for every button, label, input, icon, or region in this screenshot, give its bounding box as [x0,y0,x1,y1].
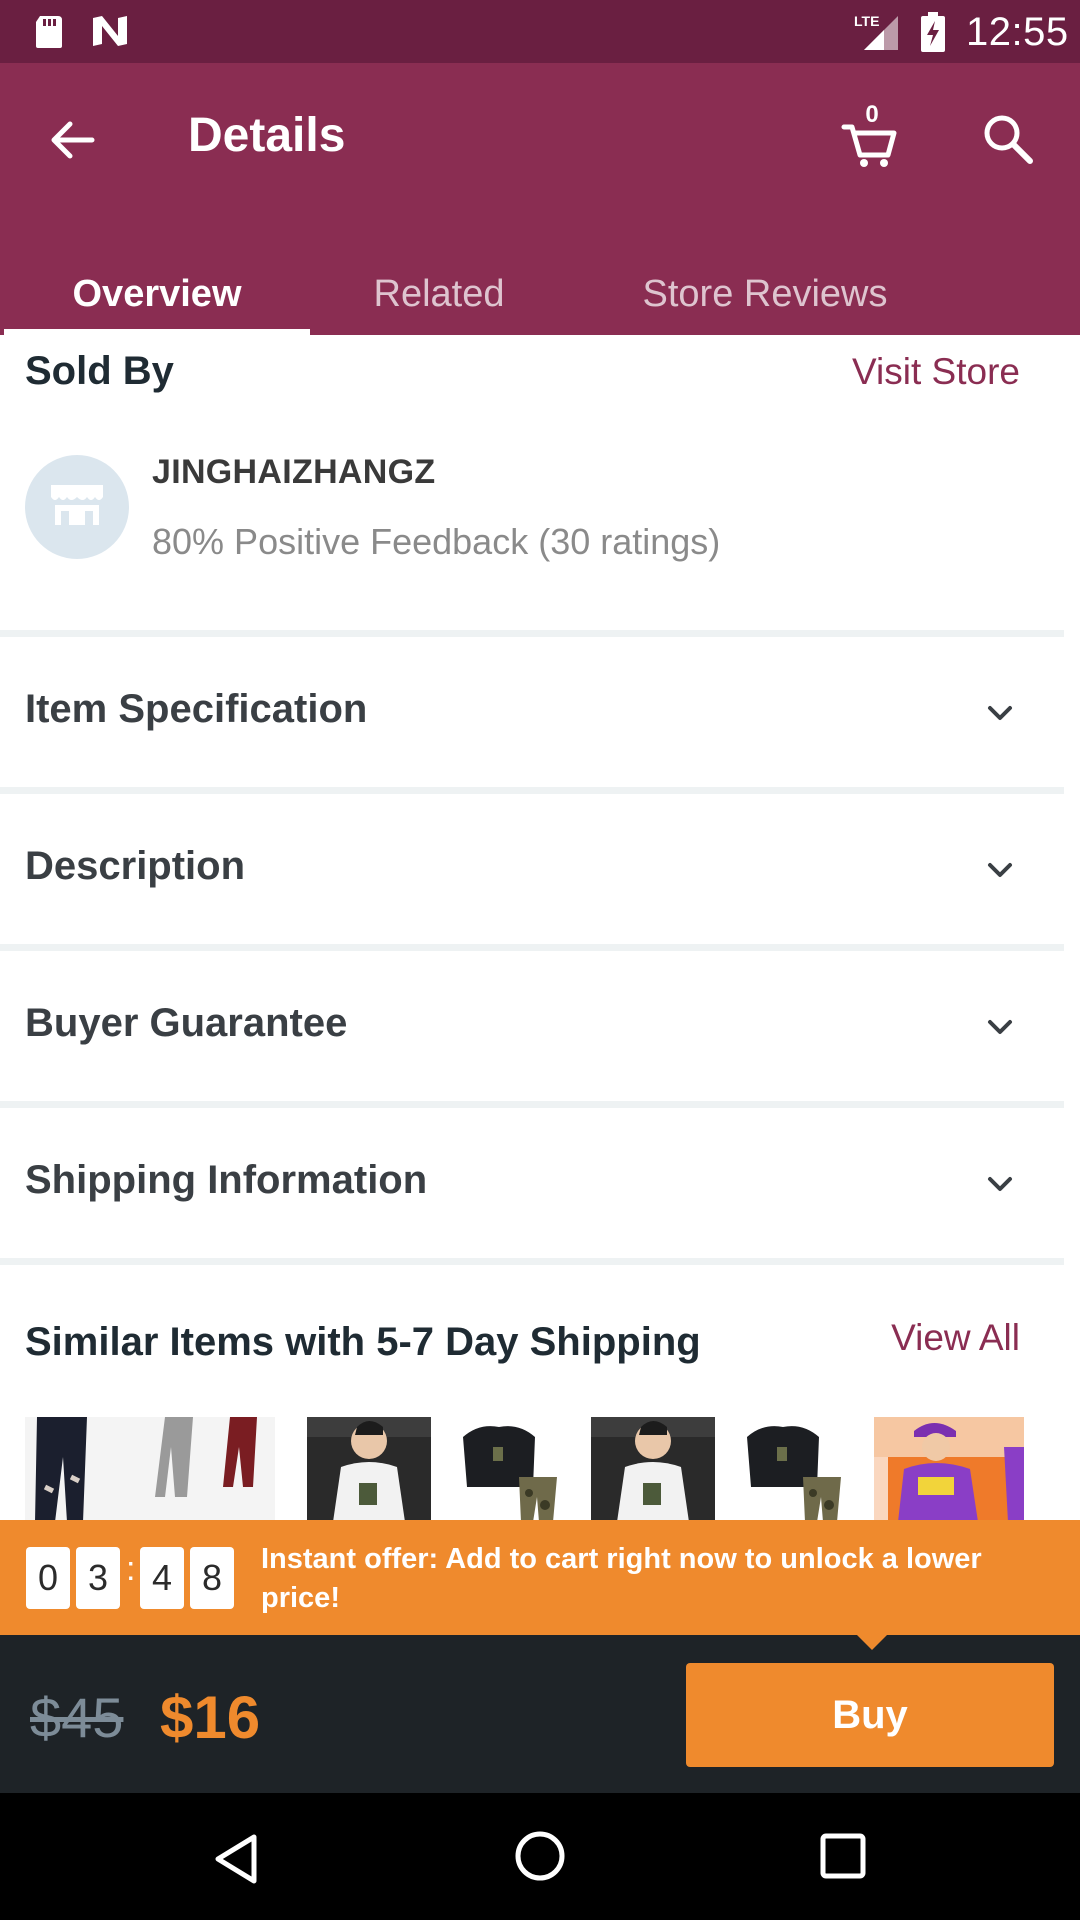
visit-store-link[interactable]: Visit Store [852,351,1020,393]
store-feedback: 80% Positive Feedback (30 ratings) [152,521,721,562]
chevron-down-icon [988,1020,1012,1034]
product-thumbnail[interactable] [591,1417,715,1522]
purchase-bar: $45 $16 Buy [0,1635,1080,1793]
description-section[interactable]: Description [0,794,1064,944]
page-title: Details [188,109,346,162]
buyer-guarantee-section[interactable]: Buyer Guarantee [0,951,1064,1101]
sd-card-icon [36,16,62,48]
countdown-digit: 3 [76,1547,120,1609]
offer-text: Instant offer: Add to cart right now to … [261,1543,982,1614]
back-arrow-icon[interactable] [44,111,102,169]
section-divider [0,1101,1064,1108]
product-thumbnail[interactable] [874,1417,1024,1522]
section-divider [0,787,1064,794]
nav-home-icon[interactable] [514,1830,566,1882]
status-bar: LTE 12:55 [0,0,1080,63]
product-thumbnail[interactable] [25,1417,275,1522]
store-name[interactable]: JINGHAIZHANGZ [152,453,435,492]
tab-bar: Overview Related Store Reviews [0,253,1080,335]
cart-count-badge: 0 [865,101,879,128]
svg-text:LTE: LTE [854,13,879,29]
storefront-icon [51,485,103,525]
sale-price: $16 [160,1684,261,1751]
description-label: Description [25,844,246,888]
section-divider [0,630,1064,637]
signal-lte-icon: LTE [854,13,898,50]
search-icon[interactable] [980,111,1034,165]
countdown-separator: : [126,1550,136,1588]
chevron-down-icon [988,1177,1012,1191]
store-avatar[interactable] [25,455,129,559]
sold-by-heading: Sold By [25,349,174,393]
tab-store-reviews[interactable]: Store Reviews [590,253,940,335]
nav-recents-icon[interactable] [820,1833,866,1879]
tab-related[interactable]: Related [310,253,568,335]
chevron-down-icon [988,863,1012,877]
similar-items-carousel[interactable] [25,1417,1025,1522]
section-divider [0,944,1064,951]
countdown-digit: 8 [190,1547,234,1609]
product-thumbnail[interactable] [449,1417,573,1522]
buyer-guarantee-label: Buyer Guarantee [25,1001,348,1045]
battery-charging-icon [921,12,945,52]
item-specification-section[interactable]: Item Specification [0,637,1064,787]
buy-button[interactable]: Buy [686,1663,1054,1767]
similar-items-heading: Similar Items with 5-7 Day Shipping [25,1320,701,1364]
countdown-digit: 4 [140,1547,184,1609]
tab-overview[interactable]: Overview [4,253,310,335]
offer-pointer-arrow [856,1634,888,1650]
system-navigation-bar [0,1793,1080,1920]
shipping-information-section[interactable]: Shipping Information [0,1108,1064,1258]
original-price: $45 [30,1686,124,1749]
notification-n-icon [93,16,127,46]
status-time: 12:55 [966,10,1069,54]
nav-back-icon[interactable] [212,1833,260,1885]
chevron-down-icon [988,706,1012,720]
item-specification-label: Item Specification [25,687,368,731]
product-thumbnail[interactable] [307,1417,431,1522]
section-divider [0,1258,1064,1265]
countdown-digit: 0 [26,1547,70,1609]
instant-offer-banner[interactable]: 0 3 : 4 8 Instant offer: Add to cart rig… [0,1520,1080,1635]
shipping-information-label: Shipping Information [25,1158,428,1202]
view-all-link[interactable]: View All [891,1317,1020,1359]
app-header: Details 0 Overview Related Store Reviews [0,63,1080,335]
active-tab-indicator [4,329,310,335]
product-thumbnail[interactable] [733,1417,857,1522]
